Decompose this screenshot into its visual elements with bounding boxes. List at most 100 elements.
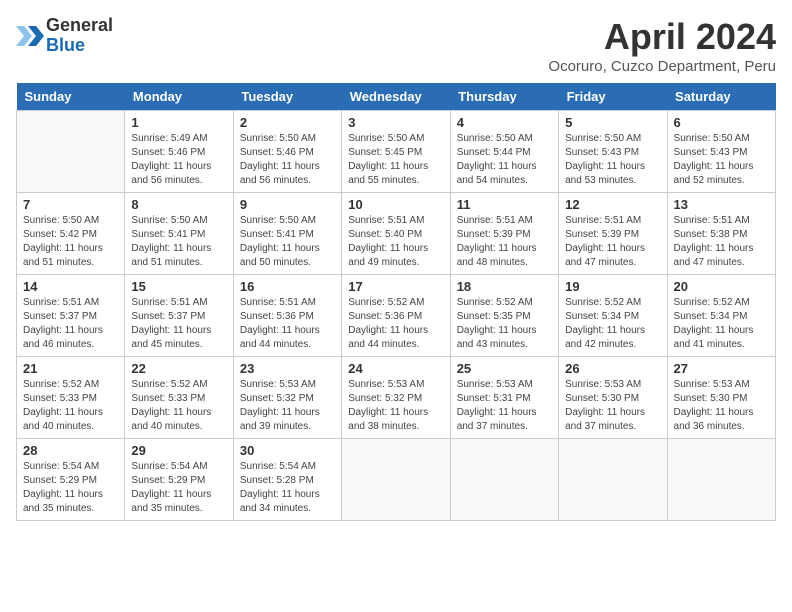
cell-info: Sunrise: 5:53 AMSunset: 5:30 PMDaylight:… xyxy=(674,378,769,434)
location-label: Ocoruro, Cuzco Department, Peru xyxy=(548,58,776,75)
cell-info: Sunrise: 5:50 AMSunset: 5:46 PMDaylight:… xyxy=(240,132,335,188)
day-number: 17 xyxy=(348,279,443,294)
day-number: 28 xyxy=(23,443,118,458)
calendar-cell: 20 Sunrise: 5:52 AMSunset: 5:34 PMDayligh… xyxy=(667,275,775,357)
day-number: 20 xyxy=(674,279,769,294)
calendar-cell: 28 Sunrise: 5:54 AMSunset: 5:29 PMDayligh… xyxy=(17,439,125,521)
cell-info: Sunrise: 5:51 AMSunset: 5:39 PMDaylight:… xyxy=(565,214,660,270)
cell-info: Sunrise: 5:52 AMSunset: 5:34 PMDaylight:… xyxy=(674,296,769,352)
calendar-cell: 22 Sunrise: 5:52 AMSunset: 5:33 PMDayligh… xyxy=(125,357,233,439)
title-section: April 2024 Ocoruro, Cuzco Department, Pe… xyxy=(548,16,776,75)
calendar-cell xyxy=(667,439,775,521)
logo-blue-label: Blue xyxy=(46,36,113,56)
day-number: 5 xyxy=(565,115,660,130)
calendar-cell: 9Sunrise: 5:50 AMSunset: 5:41 PMDaylight… xyxy=(233,193,341,275)
logo-general-label: General xyxy=(46,16,113,36)
day-number: 16 xyxy=(240,279,335,294)
cell-info: Sunrise: 5:52 AMSunset: 5:33 PMDaylight:… xyxy=(131,378,226,434)
day-number: 24 xyxy=(348,361,443,376)
day-number: 19 xyxy=(565,279,660,294)
calendar-cell: 2 Sunrise: 5:50 AMSunset: 5:46 PMDaylight… xyxy=(233,111,341,193)
cell-info: Sunrise: 5:51 AMSunset: 5:36 PMDaylight:… xyxy=(240,296,335,352)
calendar-week-row: 28 Sunrise: 5:54 AMSunset: 5:29 PMDayligh… xyxy=(17,439,776,521)
calendar-cell: 19Sunrise: 5:52 AMSunset: 5:34 PMDayligh… xyxy=(559,275,667,357)
logo: General Blue xyxy=(16,16,113,56)
day-number: 3 xyxy=(348,115,443,130)
calendar-cell xyxy=(559,439,667,521)
calendar-cell: 25 Sunrise: 5:53 AMSunset: 5:31 PMDayligh… xyxy=(450,357,558,439)
calendar-cell: 6 Sunrise: 5:50 AMSunset: 5:43 PMDaylight… xyxy=(667,111,775,193)
calendar-cell xyxy=(17,111,125,193)
calendar-cell: 16 Sunrise: 5:51 AMSunset: 5:36 PMDayligh… xyxy=(233,275,341,357)
calendar-cell: 8 Sunrise: 5:50 AMSunset: 5:41 PMDaylight… xyxy=(125,193,233,275)
month-title: April 2024 xyxy=(548,16,776,58)
calendar-cell: 5 Sunrise: 5:50 AMSunset: 5:43 PMDaylight… xyxy=(559,111,667,193)
day-number: 10 xyxy=(348,197,443,212)
day-number: 27 xyxy=(674,361,769,376)
cell-info: Sunrise: 5:50 AMSunset: 5:43 PMDaylight:… xyxy=(674,132,769,188)
day-number: 6 xyxy=(674,115,769,130)
calendar-cell xyxy=(450,439,558,521)
calendar-table: SundayMondayTuesdayWednesdayThursdayFrid… xyxy=(16,83,776,521)
cell-info: Sunrise: 5:50 AMSunset: 5:43 PMDaylight:… xyxy=(565,132,660,188)
cell-info: Sunrise: 5:50 AMSunset: 5:41 PMDaylight:… xyxy=(131,214,226,270)
day-number: 12 xyxy=(565,197,660,212)
cell-info: Sunrise: 5:54 AMSunset: 5:29 PMDaylight:… xyxy=(23,460,118,516)
cell-info: Sunrise: 5:50 AMSunset: 5:45 PMDaylight:… xyxy=(348,132,443,188)
cell-info: Sunrise: 5:51 AMSunset: 5:37 PMDaylight:… xyxy=(23,296,118,352)
weekday-header-wednesday: Wednesday xyxy=(342,83,450,111)
day-number: 4 xyxy=(457,115,552,130)
calendar-cell: 7 Sunrise: 5:50 AMSunset: 5:42 PMDaylight… xyxy=(17,193,125,275)
calendar-cell: 29 Sunrise: 5:54 AMSunset: 5:29 PMDayligh… xyxy=(125,439,233,521)
day-number: 7 xyxy=(23,197,118,212)
weekday-header-saturday: Saturday xyxy=(667,83,775,111)
cell-info: Sunrise: 5:51 AMSunset: 5:37 PMDaylight:… xyxy=(131,296,226,352)
day-number: 13 xyxy=(674,197,769,212)
calendar-cell: 4 Sunrise: 5:50 AMSunset: 5:44 PMDaylight… xyxy=(450,111,558,193)
cell-info: Sunrise: 5:53 AMSunset: 5:32 PMDaylight:… xyxy=(240,378,335,434)
calendar-cell: 18Sunrise: 5:52 AMSunset: 5:35 PMDayligh… xyxy=(450,275,558,357)
day-number: 26 xyxy=(565,361,660,376)
cell-info: Sunrise: 5:51 AMSunset: 5:38 PMDaylight:… xyxy=(674,214,769,270)
calendar-cell: 17 Sunrise: 5:52 AMSunset: 5:36 PMDayligh… xyxy=(342,275,450,357)
day-number: 23 xyxy=(240,361,335,376)
calendar-cell: 13 Sunrise: 5:51 AMSunset: 5:38 PMDayligh… xyxy=(667,193,775,275)
cell-info: Sunrise: 5:49 AMSunset: 5:46 PMDaylight:… xyxy=(131,132,226,188)
cell-info: Sunrise: 5:53 AMSunset: 5:32 PMDaylight:… xyxy=(348,378,443,434)
cell-info: Sunrise: 5:53 AMSunset: 5:31 PMDaylight:… xyxy=(457,378,552,434)
calendar-cell: 23 Sunrise: 5:53 AMSunset: 5:32 PMDayligh… xyxy=(233,357,341,439)
calendar-cell: 3 Sunrise: 5:50 AMSunset: 5:45 PMDaylight… xyxy=(342,111,450,193)
calendar-cell: 11Sunrise: 5:51 AMSunset: 5:39 PMDayligh… xyxy=(450,193,558,275)
day-number: 22 xyxy=(131,361,226,376)
calendar-cell: 24 Sunrise: 5:53 AMSunset: 5:32 PMDayligh… xyxy=(342,357,450,439)
calendar-cell: 1Sunrise: 5:49 AMSunset: 5:46 PMDaylight… xyxy=(125,111,233,193)
day-number: 25 xyxy=(457,361,552,376)
cell-info: Sunrise: 5:54 AMSunset: 5:29 PMDaylight:… xyxy=(131,460,226,516)
cell-info: Sunrise: 5:51 AMSunset: 5:39 PMDaylight:… xyxy=(457,214,552,270)
calendar-cell: 21Sunrise: 5:52 AMSunset: 5:33 PMDayligh… xyxy=(17,357,125,439)
calendar-week-row: 1Sunrise: 5:49 AMSunset: 5:46 PMDaylight… xyxy=(17,111,776,193)
day-number: 8 xyxy=(131,197,226,212)
day-number: 15 xyxy=(131,279,226,294)
calendar-cell: 15 Sunrise: 5:51 AMSunset: 5:37 PMDayligh… xyxy=(125,275,233,357)
weekday-header-row: SundayMondayTuesdayWednesdayThursdayFrid… xyxy=(17,83,776,111)
day-number: 21 xyxy=(23,361,118,376)
calendar-cell xyxy=(342,439,450,521)
calendar-week-row: 21 Sunrise: 5:52 AMSunset: 5:33 PMDayligh… xyxy=(17,357,776,439)
cell-info: Sunrise: 5:53 AMSunset: 5:30 PMDaylight:… xyxy=(565,378,660,434)
cell-info: Sunrise: 5:50 AMSunset: 5:44 PMDaylight:… xyxy=(457,132,552,188)
calendar-cell: 14Sunrise: 5:51 AMSunset: 5:37 PMDayligh… xyxy=(17,275,125,357)
cell-info: Sunrise: 5:50 AMSunset: 5:41 PMDaylight:… xyxy=(240,214,335,270)
calendar-cell: 30Sunrise: 5:54 AMSunset: 5:28 PMDayligh… xyxy=(233,439,341,521)
day-number: 29 xyxy=(131,443,226,458)
cell-info: Sunrise: 5:50 AMSunset: 5:42 PMDaylight:… xyxy=(23,214,118,270)
cell-info: Sunrise: 5:52 AMSunset: 5:36 PMDaylight:… xyxy=(348,296,443,352)
weekday-header-tuesday: Tuesday xyxy=(233,83,341,111)
day-number: 30 xyxy=(240,443,335,458)
header: General Blue April 2024 Ocoruro, Cuzco D… xyxy=(16,16,776,75)
weekday-header-thursday: Thursday xyxy=(450,83,558,111)
day-number: 18 xyxy=(457,279,552,294)
day-number: 2 xyxy=(240,115,335,130)
weekday-header-monday: Monday xyxy=(125,83,233,111)
logo-icon xyxy=(16,22,44,50)
